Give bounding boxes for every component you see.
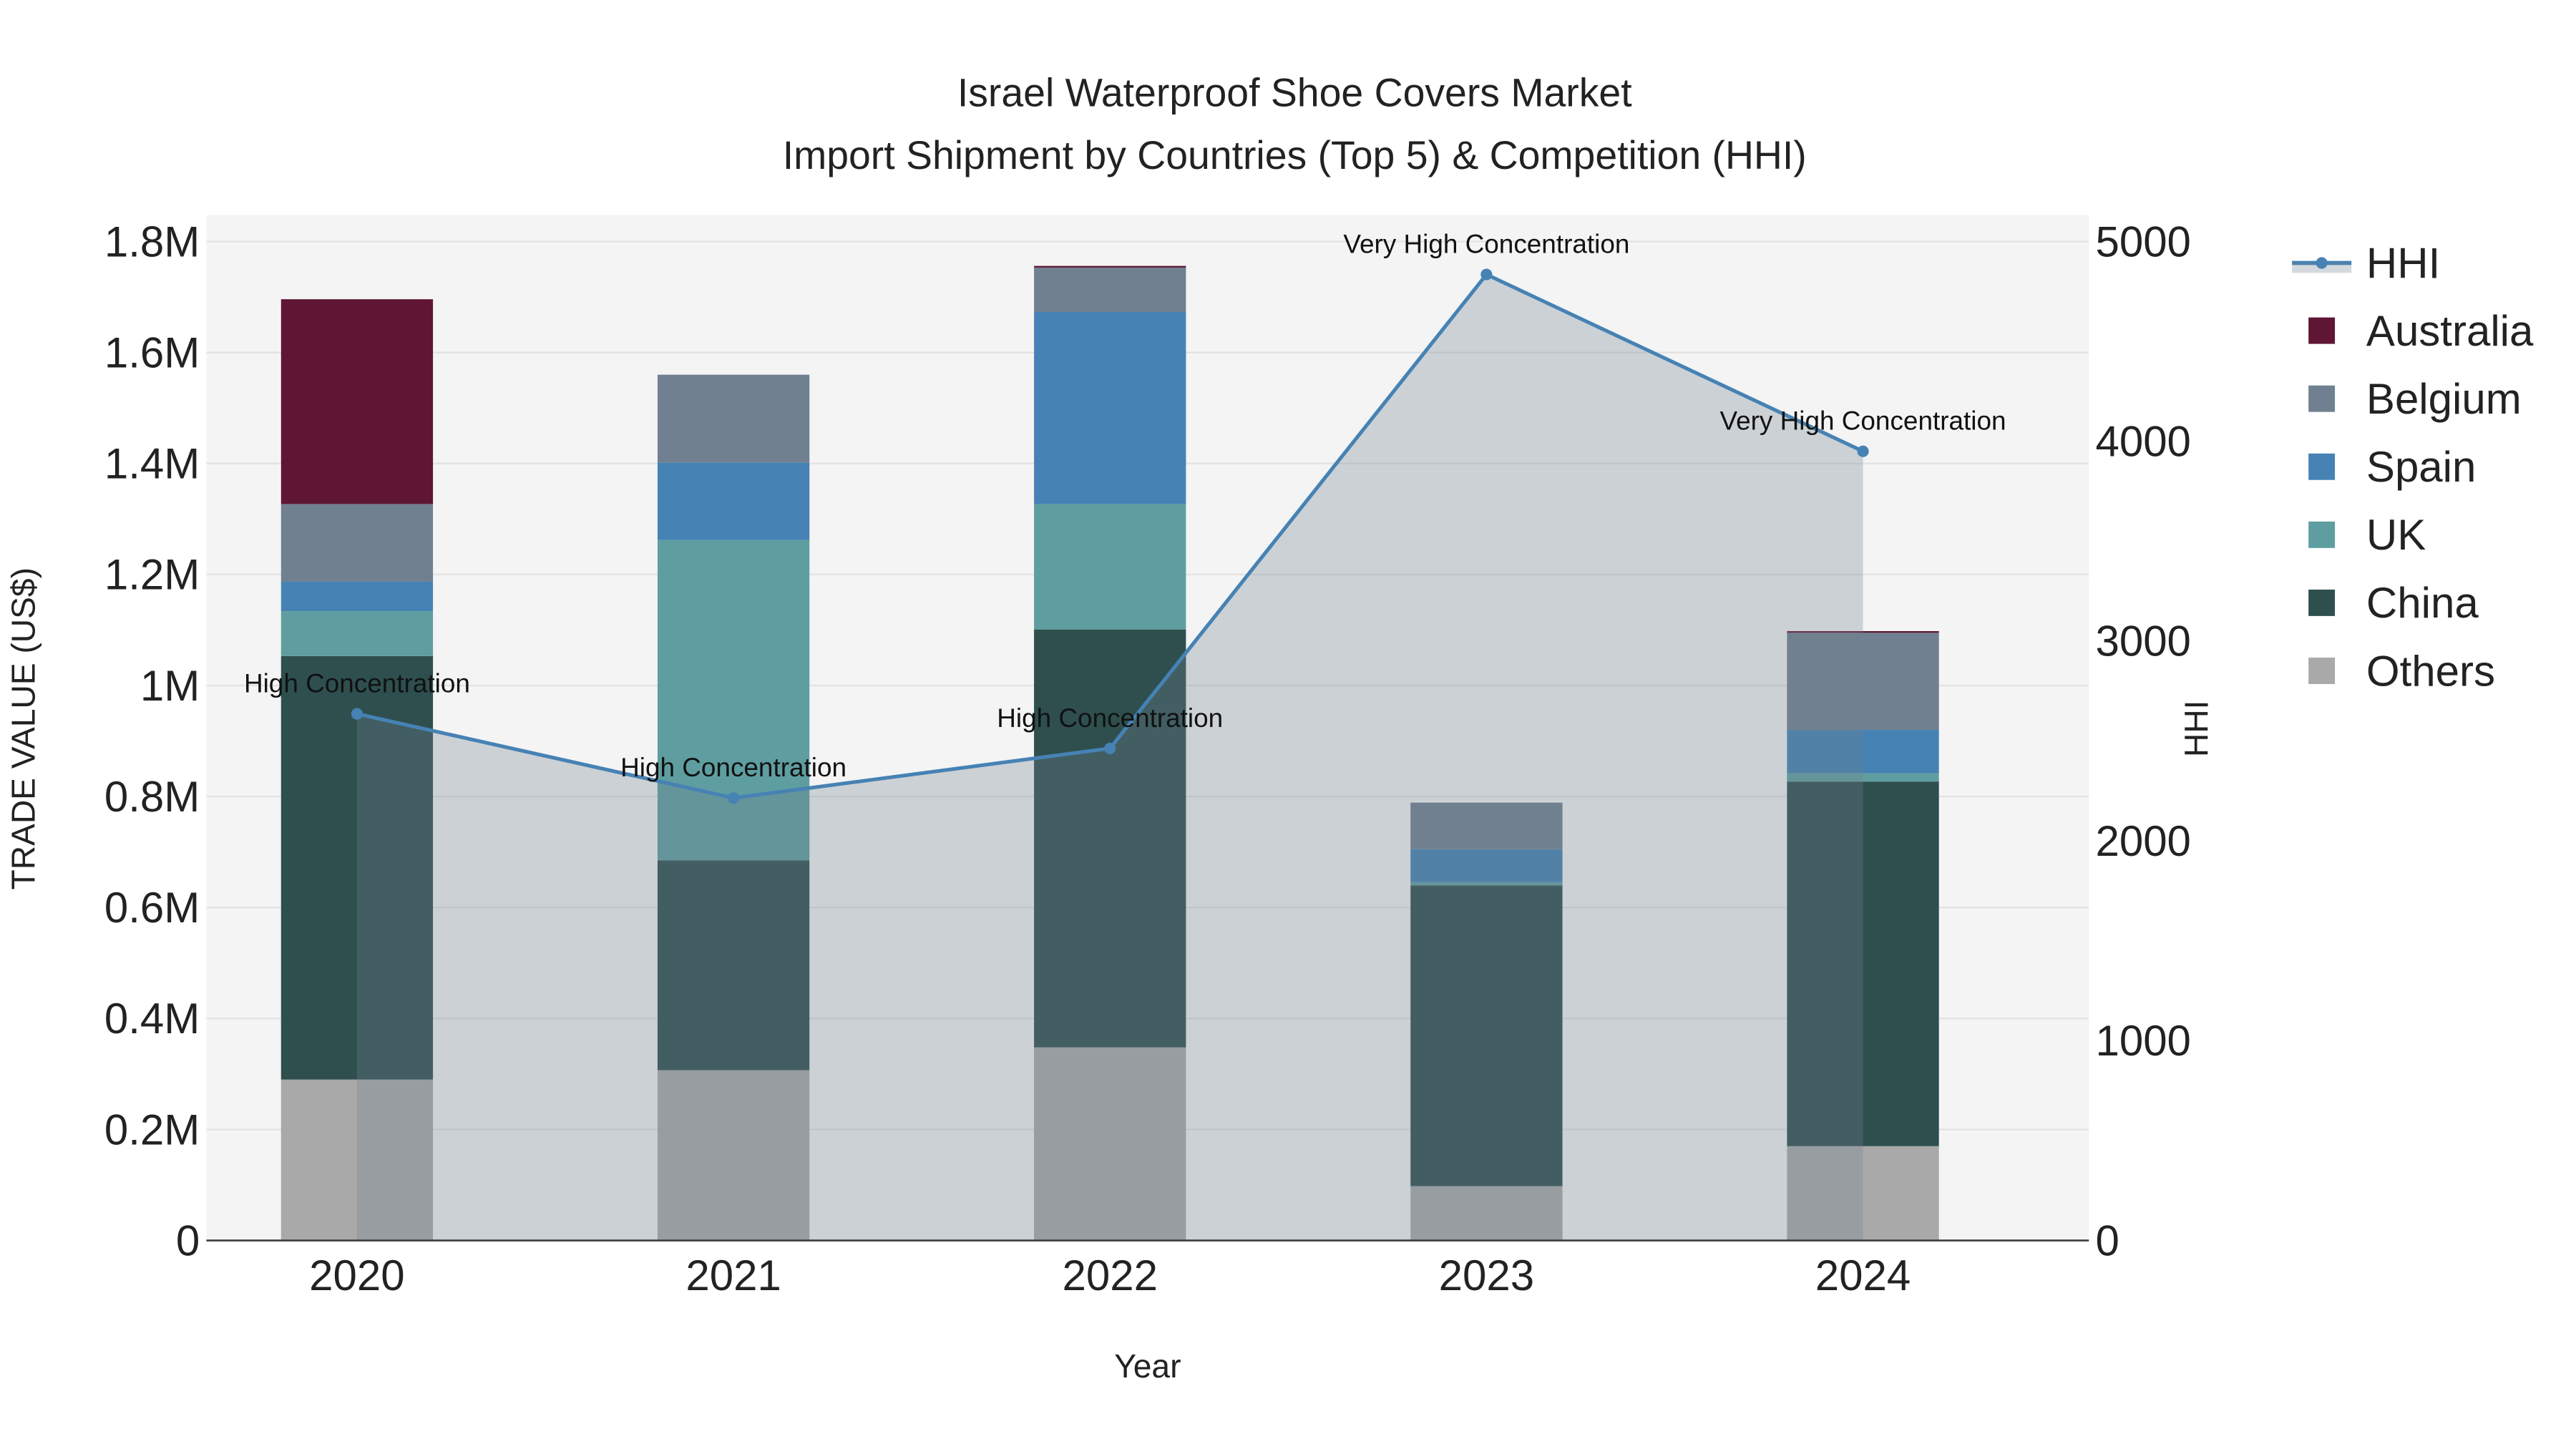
bar-belgium xyxy=(657,374,810,463)
hhi-annotation: High Concentration xyxy=(620,753,847,782)
legend-hhi-marker xyxy=(2316,257,2328,269)
legend-swatch-belgium xyxy=(2308,385,2336,412)
y-tick-label: 1.6M xyxy=(104,328,200,376)
legend-swatch-others xyxy=(2308,658,2336,684)
y2-tick-label: 3000 xyxy=(2095,618,2190,665)
legend-swatch-australia xyxy=(2308,317,2336,344)
hhi-point xyxy=(1104,742,1116,754)
chart: Israel Waterproof Shoe Covers Market Imp… xyxy=(4,70,2534,1385)
hhi-point xyxy=(1857,445,1869,457)
x-tick-label: 2023 xyxy=(1439,1252,1534,1299)
legend-label: Australia xyxy=(2366,307,2534,355)
legend-label: Belgium xyxy=(2366,375,2522,423)
y-tick-label: 1.4M xyxy=(104,440,200,488)
bar-spain xyxy=(280,581,434,612)
y-tick-label: 1.8M xyxy=(104,218,200,265)
legend-label: Others xyxy=(2366,647,2495,695)
bar-uk xyxy=(1034,504,1186,630)
hhi-annotation: Very High Concentration xyxy=(1720,406,2006,436)
y-tick-label: 1.2M xyxy=(104,551,200,599)
legend-swatch-china xyxy=(2308,589,2336,616)
bar-uk xyxy=(280,611,434,656)
y-tick-label: 0.8M xyxy=(104,773,200,821)
y2-tick-label: 4000 xyxy=(2095,418,2190,466)
y-tick-label: 0.6M xyxy=(104,884,200,932)
legend-swatch-spain xyxy=(2308,453,2336,480)
bar-belgium xyxy=(1034,267,1186,313)
x-tick-label: 2021 xyxy=(686,1252,781,1299)
hhi-annotation: High Concentration xyxy=(997,703,1223,733)
bar-australia xyxy=(1034,265,1186,268)
y2-axis-title: HHI xyxy=(2177,701,2215,757)
y2-tick-label: 5000 xyxy=(2095,218,2190,265)
bar-belgium xyxy=(280,504,434,582)
legend-label: Spain xyxy=(2366,443,2476,491)
y-tick-label: 0.4M xyxy=(104,995,200,1043)
bar-spain xyxy=(1034,312,1186,504)
hhi-point xyxy=(728,792,740,804)
y-tick-label: 1M xyxy=(140,662,200,710)
chart-title: Israel Waterproof Shoe Covers Market xyxy=(957,70,1632,114)
y2-tick-label: 2000 xyxy=(2095,817,2190,865)
y-axis-title: TRADE VALUE (US$) xyxy=(4,567,42,889)
legend-swatch-uk xyxy=(2308,521,2336,548)
y-tick-label: 0.2M xyxy=(104,1106,200,1153)
x-tick-label: 2020 xyxy=(309,1252,404,1299)
x-axis-title: Year xyxy=(1114,1347,1181,1385)
hhi-annotation: Very High Concentration xyxy=(1343,230,1629,259)
y2-tick-label: 1000 xyxy=(2095,1017,2190,1065)
legend-label: HHI xyxy=(2366,239,2440,287)
chart-subtitle: Import Shipment by Countries (Top 5) & C… xyxy=(783,133,1807,177)
y2-tick-label: 0 xyxy=(2095,1216,2119,1264)
bar-spain xyxy=(657,462,810,540)
x-tick-label: 2022 xyxy=(1062,1252,1157,1299)
bar-australia xyxy=(280,299,434,504)
legend-label: China xyxy=(2366,579,2479,627)
hhi-point xyxy=(1480,268,1493,280)
hhi-point xyxy=(351,708,363,720)
hhi-annotation: High Concentration xyxy=(244,669,470,698)
y-tick-label: 0 xyxy=(176,1216,200,1264)
x-tick-label: 2024 xyxy=(1815,1252,1911,1299)
legend-label: UK xyxy=(2366,511,2426,559)
